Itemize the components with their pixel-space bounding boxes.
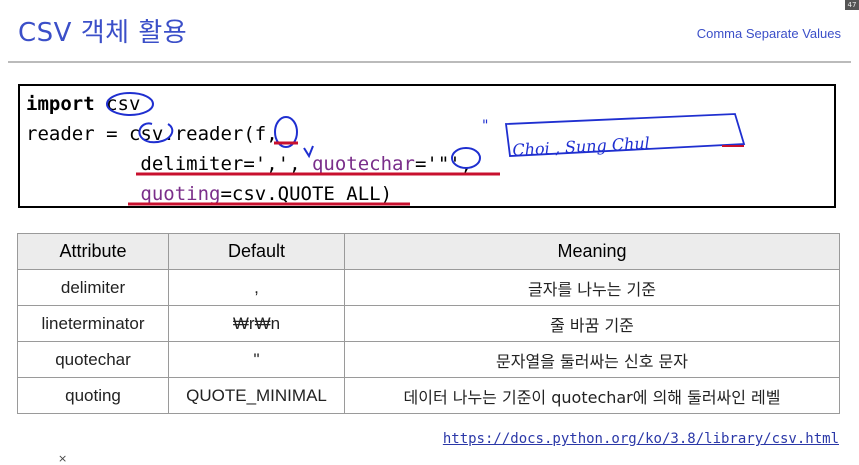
annotation-name-box <box>504 113 746 157</box>
code-line-1: import csv <box>26 92 140 116</box>
table-row: lineterminator ₩r₩n 줄 바꿈 기준 <box>17 305 840 342</box>
table-header-row: Attribute Default Meaning <box>17 233 840 270</box>
header-attribute: Attribute <box>17 233 169 270</box>
code-line-3: delimiter=',', quotechar='"', <box>26 152 472 176</box>
cell-attribute: quotechar <box>17 341 169 378</box>
docs-link[interactable]: https://docs.python.org/ko/3.8/library/c… <box>443 431 839 447</box>
quotechar-keyword: quotechar <box>311 153 415 175</box>
code-line-2: reader = csv.reader(f, <box>26 123 278 145</box>
cell-default: " <box>168 341 345 378</box>
cell-default: QUOTE_MINIMAL <box>168 377 345 414</box>
cell-attribute: quoting <box>17 377 169 414</box>
delimiter-arg: delimiter=',', <box>26 153 312 175</box>
handwritten-name: Choi , Sung Chul <box>512 133 650 159</box>
table-row: quoting QUOTE_MINIMAL 데이터 나누는 기준이 quotec… <box>17 377 840 414</box>
attribute-table: Attribute Default Meaning delimiter , 글자… <box>17 233 840 414</box>
page-title: CSV 객체 활용 <box>18 18 188 48</box>
table-row: quotechar " 문자열을 둘러싸는 신호 문자 <box>17 341 840 378</box>
cursor-cross-icon: × <box>58 452 68 465</box>
cell-attribute: lineterminator <box>17 305 169 342</box>
code-block: import csv reader = csv.reader(f, delimi… <box>18 84 836 208</box>
table-row: delimiter , 글자를 나누는 기준 <box>17 269 840 306</box>
code-line-4: quoting=csv.QUOTE_ALL) <box>26 182 392 206</box>
cell-meaning: 문자열을 둘러싸는 신호 문자 <box>344 341 840 378</box>
title-divider <box>8 61 851 63</box>
cell-meaning: 줄 바꿈 기준 <box>344 305 840 342</box>
header-meaning: Meaning <box>344 233 840 270</box>
quoting-value: =csv.QUOTE_ALL) <box>220 183 393 205</box>
page-subtitle: Comma Separate Values <box>696 26 841 41</box>
cell-default: ₩r₩n <box>168 305 345 342</box>
quotechar-value: ='"', <box>414 153 473 175</box>
import-module: csv <box>94 93 141 115</box>
quoting-keyword: quoting <box>140 183 221 205</box>
slide-number-badge: 47 <box>845 0 859 10</box>
import-keyword: import <box>26 93 95 115</box>
cell-meaning: 글자를 나누는 기준 <box>344 269 840 306</box>
cell-attribute: delimiter <box>17 269 169 306</box>
cell-meaning: 데이터 나누는 기준이 quotechar에 의해 둘러싸인 레벨 <box>344 377 840 414</box>
cell-default: , <box>168 269 345 306</box>
annotation-quote-marks: " <box>482 118 488 134</box>
header-default: Default <box>168 233 345 270</box>
annotation-circle-f <box>274 116 298 148</box>
